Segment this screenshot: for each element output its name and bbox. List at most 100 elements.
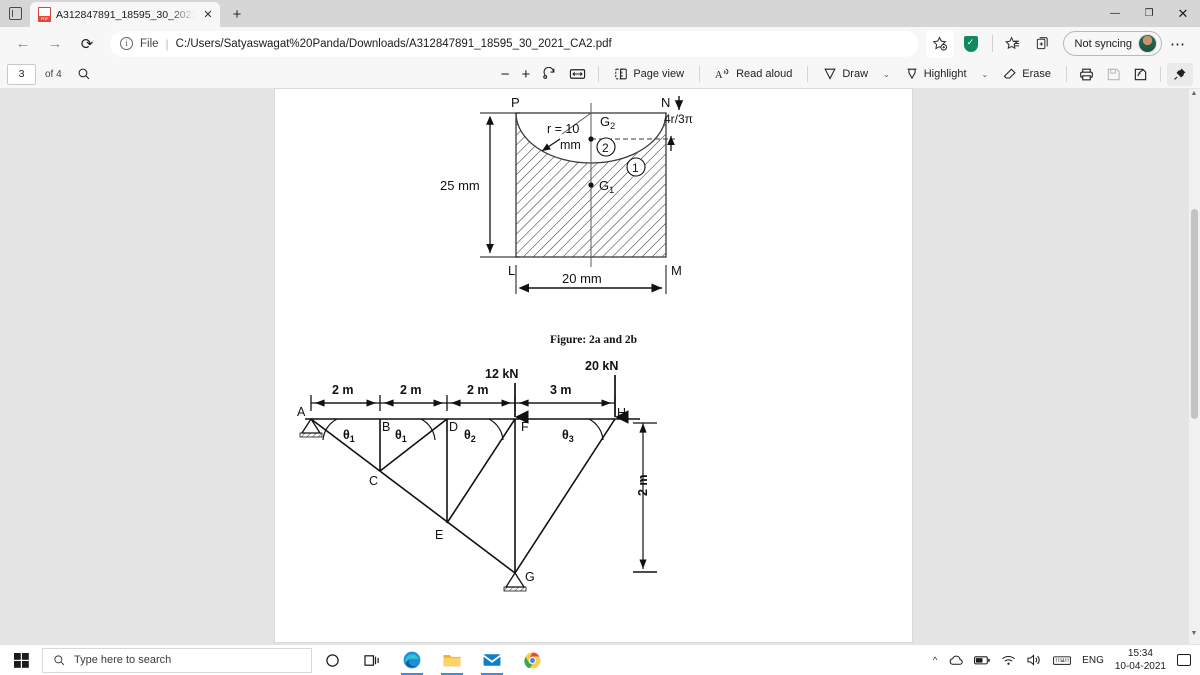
task-view-icon[interactable] (352, 645, 392, 675)
site-info-icon[interactable]: i (120, 37, 133, 50)
scroll-up-icon[interactable]: ▲ (1189, 90, 1199, 97)
windows-taskbar: Type here to search ^ ENG 15:34 10-04-20… (0, 644, 1200, 675)
scrollbar-thumb[interactable] (1191, 209, 1198, 419)
maximize-button[interactable]: ❐ (1132, 0, 1166, 27)
minimize-button[interactable]: — (1098, 0, 1132, 27)
address-bar[interactable]: i File | C:/Users/Satyaswagat%20Panda/Do… (110, 30, 918, 57)
truss-node-D: D (449, 420, 458, 434)
security-shield-icon[interactable] (963, 35, 978, 52)
forward-icon[interactable]: → (40, 30, 70, 58)
figure-2a-region-1: 1 (632, 161, 639, 175)
zoom-in-button[interactable]: + (516, 63, 537, 86)
edge-icon (403, 651, 421, 669)
tray-language-label[interactable]: ENG (1082, 655, 1104, 666)
divider (598, 66, 600, 82)
highlight-dropdown-icon[interactable]: ⌄ (976, 63, 995, 86)
back-icon[interactable]: ← (8, 30, 38, 58)
figure-caption: Figure: 2a and 2b (549, 334, 637, 346)
tab-actions-icon[interactable] (0, 0, 30, 27)
page-count-label: of 4 (45, 68, 62, 80)
cortana-icon[interactable] (312, 645, 352, 675)
window-controls: — ❐ ✕ (1098, 0, 1200, 27)
read-aloud-button[interactable]: A Read aloud (706, 63, 801, 86)
rotate-icon[interactable] (536, 63, 563, 86)
avatar[interactable] (1138, 34, 1157, 53)
figure-2a-width-dim: 20 mm (562, 271, 602, 286)
draw-dropdown-icon[interactable]: ⌄ (877, 63, 896, 86)
taskbar-app-edge[interactable] (392, 645, 432, 675)
page-number-input[interactable]: 3 (7, 63, 36, 85)
url-scheme-label: File (140, 37, 159, 50)
highlight-label: Highlight (923, 68, 967, 80)
truss-angle-1: θ1 (343, 428, 355, 444)
figure-2a-region-2: 2 (602, 141, 609, 155)
figure-2a-cross-section: P N L M 25 mm 20 mm 4r/3π r = 10 mm G2 G… (440, 95, 693, 294)
system-tray: ^ ENG 15:34 10-04-2021 (933, 647, 1200, 673)
tab-title: A312847891_18595_30_2021_CA (56, 8, 195, 21)
reload-icon[interactable]: ⟳ (72, 30, 102, 58)
close-tab-icon[interactable]: ✕ (200, 7, 216, 23)
search-icon[interactable] (71, 63, 97, 86)
erase-label: Erase (1022, 68, 1051, 80)
zoom-out-button[interactable]: − (495, 63, 516, 86)
divider (1160, 66, 1161, 82)
page-view-button[interactable]: Page view (605, 63, 693, 86)
clock-date: 10-04-2021 (1114, 661, 1166, 672)
divider (991, 35, 993, 52)
truss-span-dim-3: 2 m (467, 383, 489, 397)
keyboard-icon[interactable] (1053, 655, 1072, 666)
draw-button[interactable]: Draw (814, 63, 877, 86)
erase-button[interactable]: Erase (994, 63, 1060, 86)
figure-2a-offset-label: 4r/3π (664, 112, 693, 126)
clock-time: 15:34 (1127, 648, 1153, 659)
browser-settings-icon[interactable]: ⋯ (1164, 30, 1192, 58)
browser-tab-strip: A312847891_18595_30_2021_CA ✕ + — ❐ ✕ (0, 0, 1200, 27)
highlight-button[interactable]: Highlight (896, 63, 976, 86)
add-favorite-icon[interactable] (925, 29, 954, 58)
truss-node-B: B (382, 420, 390, 434)
taskbar-app-mail[interactable] (472, 645, 512, 675)
truss-load-20kn: 20 kN (585, 361, 618, 373)
close-window-button[interactable]: ✕ (1166, 0, 1200, 27)
figure-2a-radius-unit: mm (560, 138, 581, 152)
truss-span-dim-1: 2 m (332, 383, 354, 397)
save-icon[interactable] (1100, 63, 1127, 86)
profile-sync-button[interactable]: Not syncing (1062, 31, 1162, 56)
pdf-viewer: P N L M 25 mm 20 mm 4r/3π r = 10 mm G2 G… (0, 89, 1200, 644)
url-text: C:/Users/Satyaswagat%20Panda/Downloads/A… (175, 37, 612, 50)
save-as-icon[interactable] (1127, 63, 1154, 86)
pin-icon[interactable] (1167, 62, 1193, 86)
favorites-icon[interactable] (999, 30, 1027, 58)
wifi-icon[interactable] (1001, 655, 1016, 666)
collections-icon[interactable] (1029, 30, 1057, 58)
browser-tab[interactable]: A312847891_18595_30_2021_CA ✕ (30, 2, 220, 27)
taskbar-search-input[interactable]: Type here to search (42, 647, 312, 673)
notification-icon[interactable] (1177, 654, 1191, 666)
print-icon[interactable] (1073, 63, 1100, 86)
scroll-down-icon[interactable]: ▼ (1189, 630, 1199, 637)
truss-node-H: H (617, 406, 626, 420)
tray-chevron-icon[interactable]: ^ (933, 655, 937, 665)
truss-angle-4: θ3 (562, 428, 574, 444)
battery-icon[interactable] (974, 655, 990, 666)
taskbar-clock[interactable]: 15:34 10-04-2021 (1115, 647, 1166, 673)
truss-load-12kn: 12 kN (485, 367, 518, 381)
truss-node-F: F (521, 420, 529, 434)
taskbar-app-file-explorer[interactable] (432, 645, 472, 675)
chrome-icon (523, 652, 540, 668)
fit-page-icon[interactable] (563, 63, 592, 86)
pdf-scrollbar[interactable] (1189, 89, 1200, 644)
page-view-label: Page view (633, 68, 685, 80)
figure-2a-label-P: P (511, 95, 520, 110)
onedrive-icon[interactable] (948, 655, 963, 666)
volume-icon[interactable] (1027, 654, 1042, 666)
taskbar-app-chrome[interactable] (512, 645, 552, 675)
truss-height-dim: 2 m (636, 474, 650, 496)
search-icon (54, 654, 65, 665)
divider (699, 66, 701, 82)
figure-2a-label-M: M (671, 263, 682, 278)
new-tab-button[interactable]: + (224, 1, 250, 27)
start-button[interactable] (0, 645, 42, 675)
pdf-page: P N L M 25 mm 20 mm 4r/3π r = 10 mm G2 G… (275, 89, 912, 642)
centroid-g1-point (588, 182, 594, 188)
